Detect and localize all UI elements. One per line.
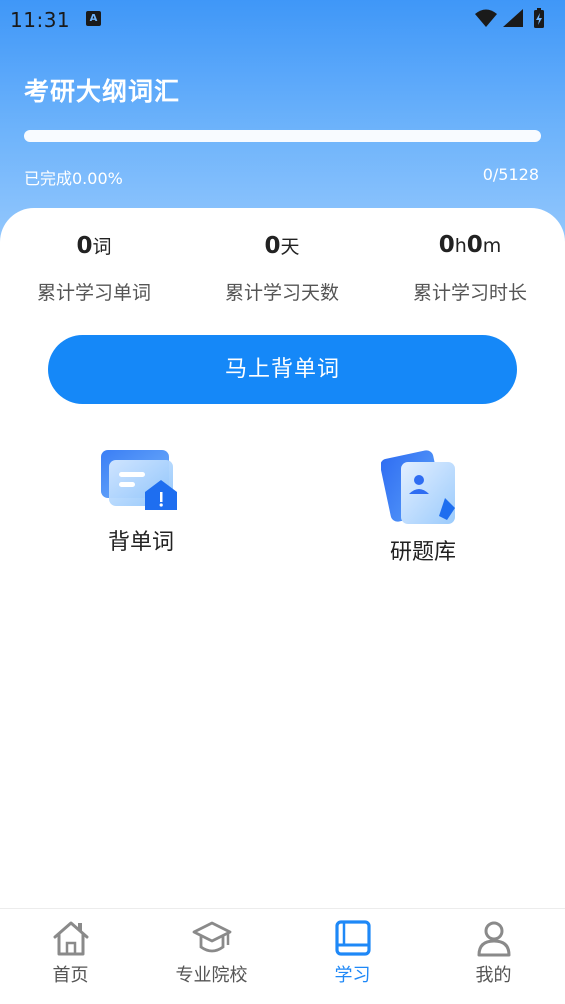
start-memorize-button[interactable]: 马上背单词 [48, 335, 517, 404]
tab-study[interactable]: 学习 [282, 919, 423, 987]
stat-days-label: 累计学习天数 [224, 282, 339, 304]
stat-words-label: 累计学习单词 [36, 282, 151, 304]
progress-count: 0/5128 [482, 165, 539, 184]
user-icon [477, 921, 510, 957]
feature-question-bank[interactable]: 研题库 [348, 448, 498, 566]
tab-home[interactable]: 首页 [0, 919, 141, 987]
flashcard-icon [101, 450, 177, 510]
tab-schools[interactable]: 专业院校 [141, 919, 282, 987]
battery-icon [534, 8, 544, 28]
bottom-tab-bar: 首页 专业院校 学习 我的 [0, 908, 565, 1004]
status-time: 11:31 [10, 8, 71, 32]
progress-percent: 已完成0.00% [24, 169, 123, 188]
stat-days-value: 0天 [264, 233, 300, 259]
signal-icon [503, 9, 523, 27]
tab-schools-label: 专业院校 [175, 965, 248, 986]
wifi-icon [475, 9, 497, 27]
status-bar: 11:31 A [0, 0, 565, 40]
book-icon [334, 920, 371, 956]
stat-duration-label: 累计学习时长 [412, 282, 527, 304]
stat-duration: 0h0m 累计学习时长 [376, 232, 564, 305]
question-bank-icon [381, 450, 455, 524]
stat-words-value: 0词 [76, 233, 112, 259]
page-title: 考研大纲词汇 [24, 77, 181, 106]
stat-days: 0天 累计学习天数 [188, 232, 376, 305]
stat-words: 0词 累计学习单词 [0, 232, 188, 305]
status-icons [475, 8, 544, 28]
tab-profile[interactable]: 我的 [423, 919, 564, 987]
feature-memorize-words[interactable]: 背单词 [66, 446, 216, 556]
feature-question-bank-label: 研题库 [389, 540, 456, 565]
tab-home-label: 首页 [52, 965, 89, 986]
graduation-cap-icon [192, 921, 231, 953]
content-card: 0词 累计学习单词 0天 累计学习天数 0h0m 累计学习时长 马上背单词 背单… [0, 208, 565, 918]
notification-icon: A [86, 11, 101, 26]
feature-memorize-label: 背单词 [107, 530, 174, 555]
progress-bar [24, 130, 541, 142]
tab-study-label: 学习 [334, 965, 371, 986]
home-icon [53, 921, 88, 956]
tab-profile-label: 我的 [475, 965, 512, 986]
stat-duration-value: 0h0m [438, 232, 502, 258]
